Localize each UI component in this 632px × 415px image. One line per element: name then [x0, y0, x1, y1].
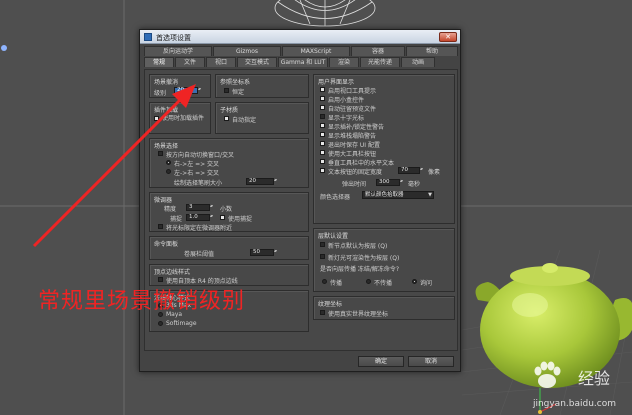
watermark-url: jingyan.baidu.com — [532, 399, 616, 409]
annotation-caption: 常规里场景撤销级别 — [38, 289, 246, 314]
baidu-paw-icon — [534, 361, 561, 388]
watermark-name: 经验 — [577, 369, 610, 388]
annotation-arrow — [32, 84, 196, 248]
